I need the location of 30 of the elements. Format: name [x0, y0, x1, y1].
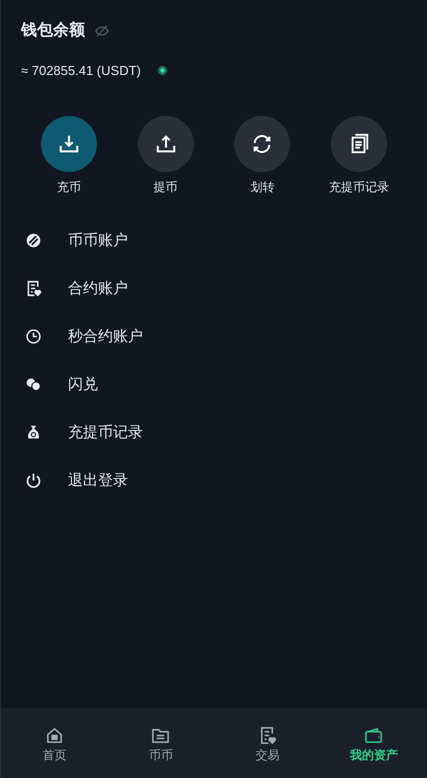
action-label: 提币 — [154, 179, 178, 196]
action-label: 充提币记录 — [328, 179, 389, 196]
menu-item[interactable]: 闪兑 — [25, 360, 403, 408]
action-label: 充币 — [57, 179, 81, 196]
slash-circle-icon — [25, 232, 42, 248]
menu-item[interactable]: 充提币记录 — [25, 408, 403, 456]
eye-icon[interactable] — [156, 65, 168, 76]
menu-item[interactable]: 退出登录 — [25, 456, 403, 504]
tab-item[interactable]: 我的资产 — [320, 712, 427, 778]
eye-off-icon[interactable] — [95, 24, 109, 38]
power-icon — [25, 472, 42, 488]
clock-icon — [25, 328, 42, 344]
menu-item[interactable]: 合约账户 — [25, 264, 403, 312]
money-bag-icon — [25, 424, 42, 440]
balance-title: 钱包余额 — [21, 20, 85, 41]
tab-item[interactable]: 币币 — [108, 712, 214, 778]
menu-item[interactable]: 币币账户 — [25, 216, 403, 264]
upload-icon — [154, 133, 177, 155]
folder-icon — [151, 726, 170, 745]
receipt-icon — [25, 280, 42, 296]
wallet-icon — [364, 726, 384, 745]
refresh-icon — [251, 133, 274, 155]
tab-item[interactable]: 首页 — [1, 712, 108, 778]
tab-item[interactable]: 交易 — [214, 712, 320, 778]
download-icon — [58, 133, 80, 155]
action-label: 划转 — [250, 179, 274, 196]
menu-item[interactable]: 秒合约账户 — [25, 312, 403, 360]
circles-icon — [25, 376, 42, 392]
balance-amount: ≈ 702855.41 (USDT) — [21, 63, 141, 78]
home-icon — [44, 726, 64, 745]
